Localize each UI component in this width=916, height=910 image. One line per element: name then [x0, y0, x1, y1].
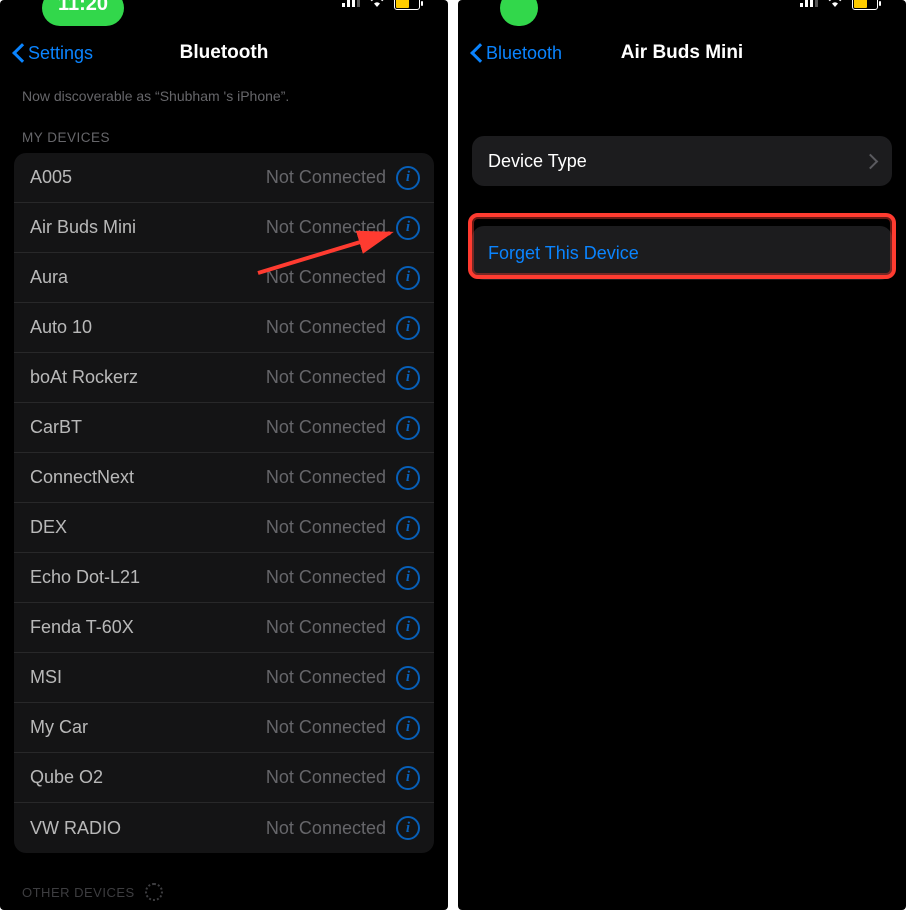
device-status: Not Connected: [266, 467, 386, 488]
wifi-icon: [826, 0, 844, 12]
device-status: Not Connected: [266, 667, 386, 688]
my-devices-list: A005Not ConnectediAir Buds MiniNot Conne…: [14, 153, 434, 853]
chevron-right-icon: [865, 151, 876, 172]
info-icon[interactable]: i: [396, 816, 420, 840]
device-row[interactable]: boAt RockerzNot Connected i: [14, 353, 434, 403]
device-row[interactable]: AuraNot Connected i: [14, 253, 434, 303]
info-icon[interactable]: i: [396, 416, 420, 440]
device-row[interactable]: Fenda T-60XNot Connected i: [14, 603, 434, 653]
device-row[interactable]: Auto 10Not Connected i: [14, 303, 434, 353]
device-status: Not Connected: [266, 818, 386, 839]
info-icon[interactable]: i: [396, 266, 420, 290]
status-icons: [342, 0, 420, 12]
device-row[interactable]: My CarNot Connected i: [14, 703, 434, 753]
info-icon[interactable]: i: [396, 466, 420, 490]
device-name: My Car: [30, 717, 266, 738]
cellular-icon: [800, 0, 818, 12]
device-name: Qube O2: [30, 767, 266, 788]
back-label: Bluetooth: [486, 43, 562, 64]
other-devices-label: OTHER DEVICES: [22, 885, 135, 900]
status-icons: [800, 0, 878, 12]
device-row[interactable]: ConnectNextNot Connected i: [14, 453, 434, 503]
device-row[interactable]: A005Not Connected i: [14, 153, 434, 203]
device-name: VW RADIO: [30, 818, 266, 839]
info-icon[interactable]: i: [396, 766, 420, 790]
device-row[interactable]: Echo Dot-L21Not Connected i: [14, 553, 434, 603]
info-icon[interactable]: i: [396, 516, 420, 540]
device-status: Not Connected: [266, 617, 386, 638]
info-icon[interactable]: i: [396, 716, 420, 740]
info-icon[interactable]: i: [396, 216, 420, 240]
info-icon[interactable]: i: [396, 166, 420, 190]
device-name: Echo Dot-L21: [30, 567, 266, 588]
device-row[interactable]: VW RADIONot Connected i: [14, 803, 434, 853]
discoverable-note: Now discoverable as “Shubham 's iPhone”.: [0, 76, 448, 108]
device-name: A005: [30, 167, 266, 188]
device-name: boAt Rockerz: [30, 367, 266, 388]
navbar: Bluetooth Air Buds Mini: [458, 30, 906, 76]
device-status: Not Connected: [266, 717, 386, 738]
wifi-icon: [368, 0, 386, 12]
cellular-icon: [342, 0, 360, 12]
info-icon[interactable]: i: [396, 616, 420, 640]
status-bar: .: [458, 0, 906, 30]
device-name: Aura: [30, 267, 266, 288]
device-status: Not Connected: [266, 267, 386, 288]
device-name: Air Buds Mini: [30, 217, 266, 238]
device-row[interactable]: DEXNot Connected i: [14, 503, 434, 553]
my-devices-header: MY DEVICES: [0, 108, 448, 153]
device-row[interactable]: Qube O2Not Connected i: [14, 753, 434, 803]
back-label: Settings: [28, 43, 93, 64]
device-name: MSI: [30, 667, 266, 688]
device-name: Auto 10: [30, 317, 266, 338]
device-status: Not Connected: [266, 317, 386, 338]
battery-icon: [852, 0, 878, 10]
info-icon[interactable]: i: [396, 666, 420, 690]
device-status: Not Connected: [266, 567, 386, 588]
device-status: Not Connected: [266, 517, 386, 538]
info-icon[interactable]: i: [396, 316, 420, 340]
call-time-pill[interactable]: .: [500, 0, 538, 26]
call-time-pill[interactable]: 11:20: [42, 0, 124, 26]
spinner-icon: [145, 883, 163, 901]
device-status: Not Connected: [266, 417, 386, 438]
status-bar: 11:20: [0, 0, 448, 30]
forget-device-button[interactable]: Forget This Device: [472, 226, 892, 280]
chevron-left-icon: [470, 42, 484, 64]
device-name: ConnectNext: [30, 467, 266, 488]
device-status: Not Connected: [266, 767, 386, 788]
device-row[interactable]: Air Buds MiniNot Connected i: [14, 203, 434, 253]
forget-device-label: Forget This Device: [488, 243, 639, 264]
chevron-left-icon: [12, 42, 26, 64]
device-status: Not Connected: [266, 217, 386, 238]
device-status: Not Connected: [266, 367, 386, 388]
device-status: Not Connected: [266, 167, 386, 188]
device-name: CarBT: [30, 417, 266, 438]
device-row[interactable]: MSINot Connected i: [14, 653, 434, 703]
info-icon[interactable]: i: [396, 366, 420, 390]
phone-left: 11:20 Settings Bluetooth Now discoverabl…: [0, 0, 448, 910]
device-row[interactable]: CarBTNot Connected i: [14, 403, 434, 453]
device-type-row[interactable]: Device Type: [472, 136, 892, 186]
device-name: Fenda T-60X: [30, 617, 266, 638]
navbar: Settings Bluetooth: [0, 30, 448, 76]
phone-right: . Bluetooth Air Buds Mini Device Type Fo…: [458, 0, 906, 910]
device-type-label: Device Type: [488, 151, 587, 172]
back-button[interactable]: Bluetooth: [470, 42, 562, 64]
battery-icon: [394, 0, 420, 10]
other-devices-header: OTHER DEVICES: [0, 853, 448, 901]
device-name: DEX: [30, 517, 266, 538]
back-button[interactable]: Settings: [12, 42, 93, 64]
info-icon[interactable]: i: [396, 566, 420, 590]
